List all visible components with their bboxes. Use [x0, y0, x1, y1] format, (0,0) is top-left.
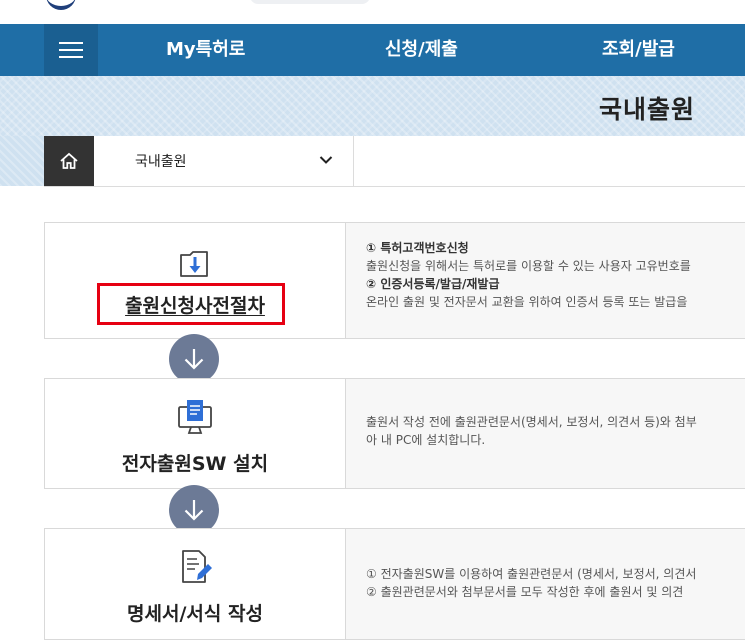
search-box[interactable]: [250, 0, 370, 4]
hamburger-icon[interactable]: [44, 24, 98, 76]
desc-line: 아 내 PC에 설치합니다.: [366, 433, 486, 447]
step-title-spec-writing: 명세서/서식 작성: [127, 603, 263, 625]
step-card-spec-writing: 명세서/서식 작성 ① 전자출원SW를 이용하여 출원관련문서 (명세서, 보정…: [44, 528, 745, 640]
step-card-sw-install: 전자출원SW 설치 출원서 작성 전에 출원관련문서(명세서, 보정서, 의견서…: [44, 378, 745, 489]
step-description: ① 특허고객번호신청 출원신청을 위해서는 특허로를 이용할 수 있는 사용자 …: [366, 239, 691, 311]
step-description: 출원서 작성 전에 출원관련문서(명세서, 보정서, 의견서 등)와 첨부 아 …: [366, 413, 697, 449]
desc-line: ① 특허고객번호신청: [366, 241, 469, 255]
nav-my-patent[interactable]: My특허로: [166, 24, 245, 76]
desc-line: ① 전자출원SW를 이용하여 출원관련문서 (명세서, 보정서, 의견서: [366, 567, 697, 581]
sub-banner: 국내출원: [0, 76, 745, 136]
desc-line: 출원신청을 위해서는 특허로를 이용할 수 있는 사용자 고유번호를: [366, 259, 691, 273]
desc-line: ② 출원관련문서와 첨부문서를 모두 작성한 후에 출원서 및 의견: [366, 585, 684, 599]
step-title-sw-install: 전자출원SW 설치: [121, 453, 269, 475]
step-description: ① 전자출원SW를 이용하여 출원관련문서 (명세서, 보정서, 의견서 ② 출…: [366, 565, 696, 601]
page-title: 국내출원: [598, 95, 695, 124]
desc-line: 온라인 출원 및 전자문서 교환을 위하여 인증서 등록 또는 발급을: [366, 295, 688, 309]
document-edit-icon: [182, 550, 212, 583]
top-header-strip: [0, 0, 745, 24]
folder-download-icon: [180, 251, 208, 277]
highlight-box: [97, 283, 285, 325]
arrow-down-icon: [169, 334, 219, 384]
site-logo[interactable]: [46, 0, 76, 10]
desc-line: ② 인증서등록/발급/재발급: [366, 277, 500, 291]
nav-inquiry-issue[interactable]: 조회/발급: [602, 24, 675, 76]
chevron-down-icon: [319, 156, 333, 164]
home-icon[interactable]: [44, 136, 94, 186]
computer-document-icon: [178, 400, 212, 434]
location-select[interactable]: 국내출원: [94, 136, 354, 186]
desc-line: 출원서 작성 전에 출원관련문서(명세서, 보정서, 의견서 등)와 첨부: [366, 415, 697, 429]
breadcrumb: 국내출원: [44, 136, 745, 187]
nav-apply-submit[interactable]: 신청/제출: [385, 24, 458, 76]
global-nav: My특허로 신청/제출 조회/발급: [0, 24, 745, 76]
location-select-label: 국내출원: [135, 154, 187, 170]
